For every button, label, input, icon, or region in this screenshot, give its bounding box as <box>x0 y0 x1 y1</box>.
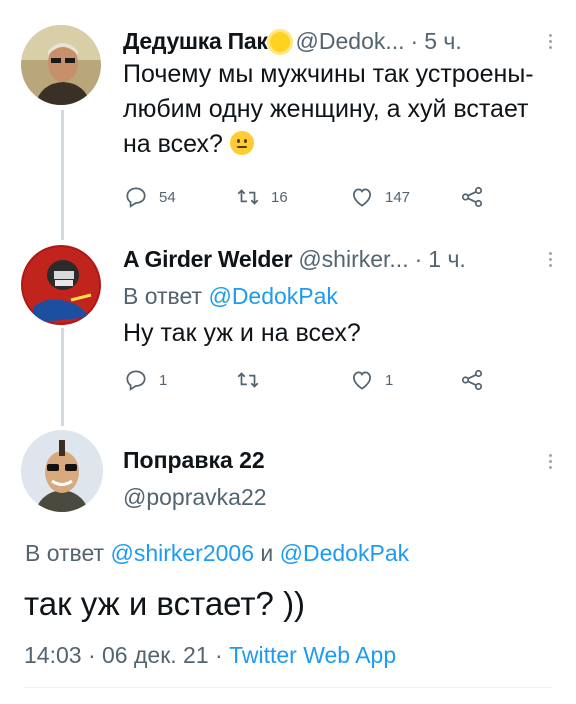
source-link[interactable]: Twitter Web App <box>229 642 396 668</box>
like-icon <box>353 188 371 207</box>
share-icon <box>461 369 483 391</box>
author-name[interactable]: A Girder Welder <box>123 246 293 273</box>
like-button[interactable]: 1 <box>349 367 393 393</box>
author-name[interactable]: Дедушка Пак <box>123 28 268 55</box>
like-icon <box>353 371 371 390</box>
tweet-text: так уж и встает? )) <box>24 585 306 622</box>
avatar[interactable] <box>21 430 103 512</box>
divider <box>24 687 552 688</box>
share-button[interactable] <box>459 367 485 393</box>
reply-button[interactable]: 54 <box>123 184 176 210</box>
avatar[interactable] <box>21 25 101 105</box>
author-handle[interactable]: @popravka22 <box>123 484 267 511</box>
reply-mention[interactable]: @shirker2006 <box>110 540 254 566</box>
tweet-1[interactable]: Дедушка Пак @Dedok... · 5 ч. Почему мы м… <box>0 0 576 235</box>
reply-mention[interactable]: @DedokPak <box>280 540 409 566</box>
reply-button[interactable]: 1 <box>123 367 167 393</box>
tweet-text: Ну так уж и на всех? <box>123 319 361 347</box>
reply-icon <box>126 187 146 208</box>
tweet-header: A Girder Welder @shirker... · 1 ч. <box>123 246 466 273</box>
retweet-button[interactable] <box>235 367 271 393</box>
like-button[interactable]: 147 <box>349 184 410 210</box>
share-button[interactable] <box>459 184 485 210</box>
author-name[interactable]: Поправка 22 <box>123 447 265 474</box>
retweet-button[interactable]: 16 <box>235 184 288 210</box>
separator: · <box>410 28 419 54</box>
date[interactable]: 06 дек. 21 <box>102 642 209 668</box>
retweet-icon <box>237 372 259 388</box>
tweet-2[interactable]: A Girder Welder @shirker... · 1 ч. В отв… <box>0 235 576 425</box>
timestamp[interactable]: 5 ч. <box>424 28 462 55</box>
tweet-actions: 54 16 147 <box>123 182 503 212</box>
reply-mention[interactable]: @DedokPak <box>208 283 337 309</box>
more-icon[interactable] <box>549 249 552 270</box>
reply-context: В ответ @DedokPak <box>123 283 338 309</box>
tweet-header: Дедушка Пак @Dedok... · 5 ч. <box>123 28 462 55</box>
reply-context: В ответ @shirker2006 и @DedokPak <box>25 540 410 566</box>
author-handle[interactable]: @shirker... <box>298 246 408 273</box>
tweet-actions: 1 1 <box>123 365 503 395</box>
avatar[interactable] <box>21 245 101 325</box>
tweet-meta: 14:03 · 06 дек. 21 · Twitter Web App <box>24 642 397 668</box>
separator: · <box>414 246 423 272</box>
thinking-emoji <box>229 131 254 155</box>
sun-emoji <box>269 31 290 52</box>
timestamp[interactable]: 14:03 <box>24 642 82 668</box>
reply-icon <box>126 370 146 391</box>
timestamp[interactable]: 1 ч. <box>428 246 466 273</box>
share-icon <box>461 186 483 208</box>
retweet-icon <box>237 189 259 205</box>
more-icon[interactable] <box>549 451 552 472</box>
more-icon[interactable] <box>549 31 552 52</box>
tweet-text: Почему мы мужчины так устроены-любим одн… <box>123 60 534 158</box>
author-handle[interactable]: @Dedok... <box>296 28 405 55</box>
